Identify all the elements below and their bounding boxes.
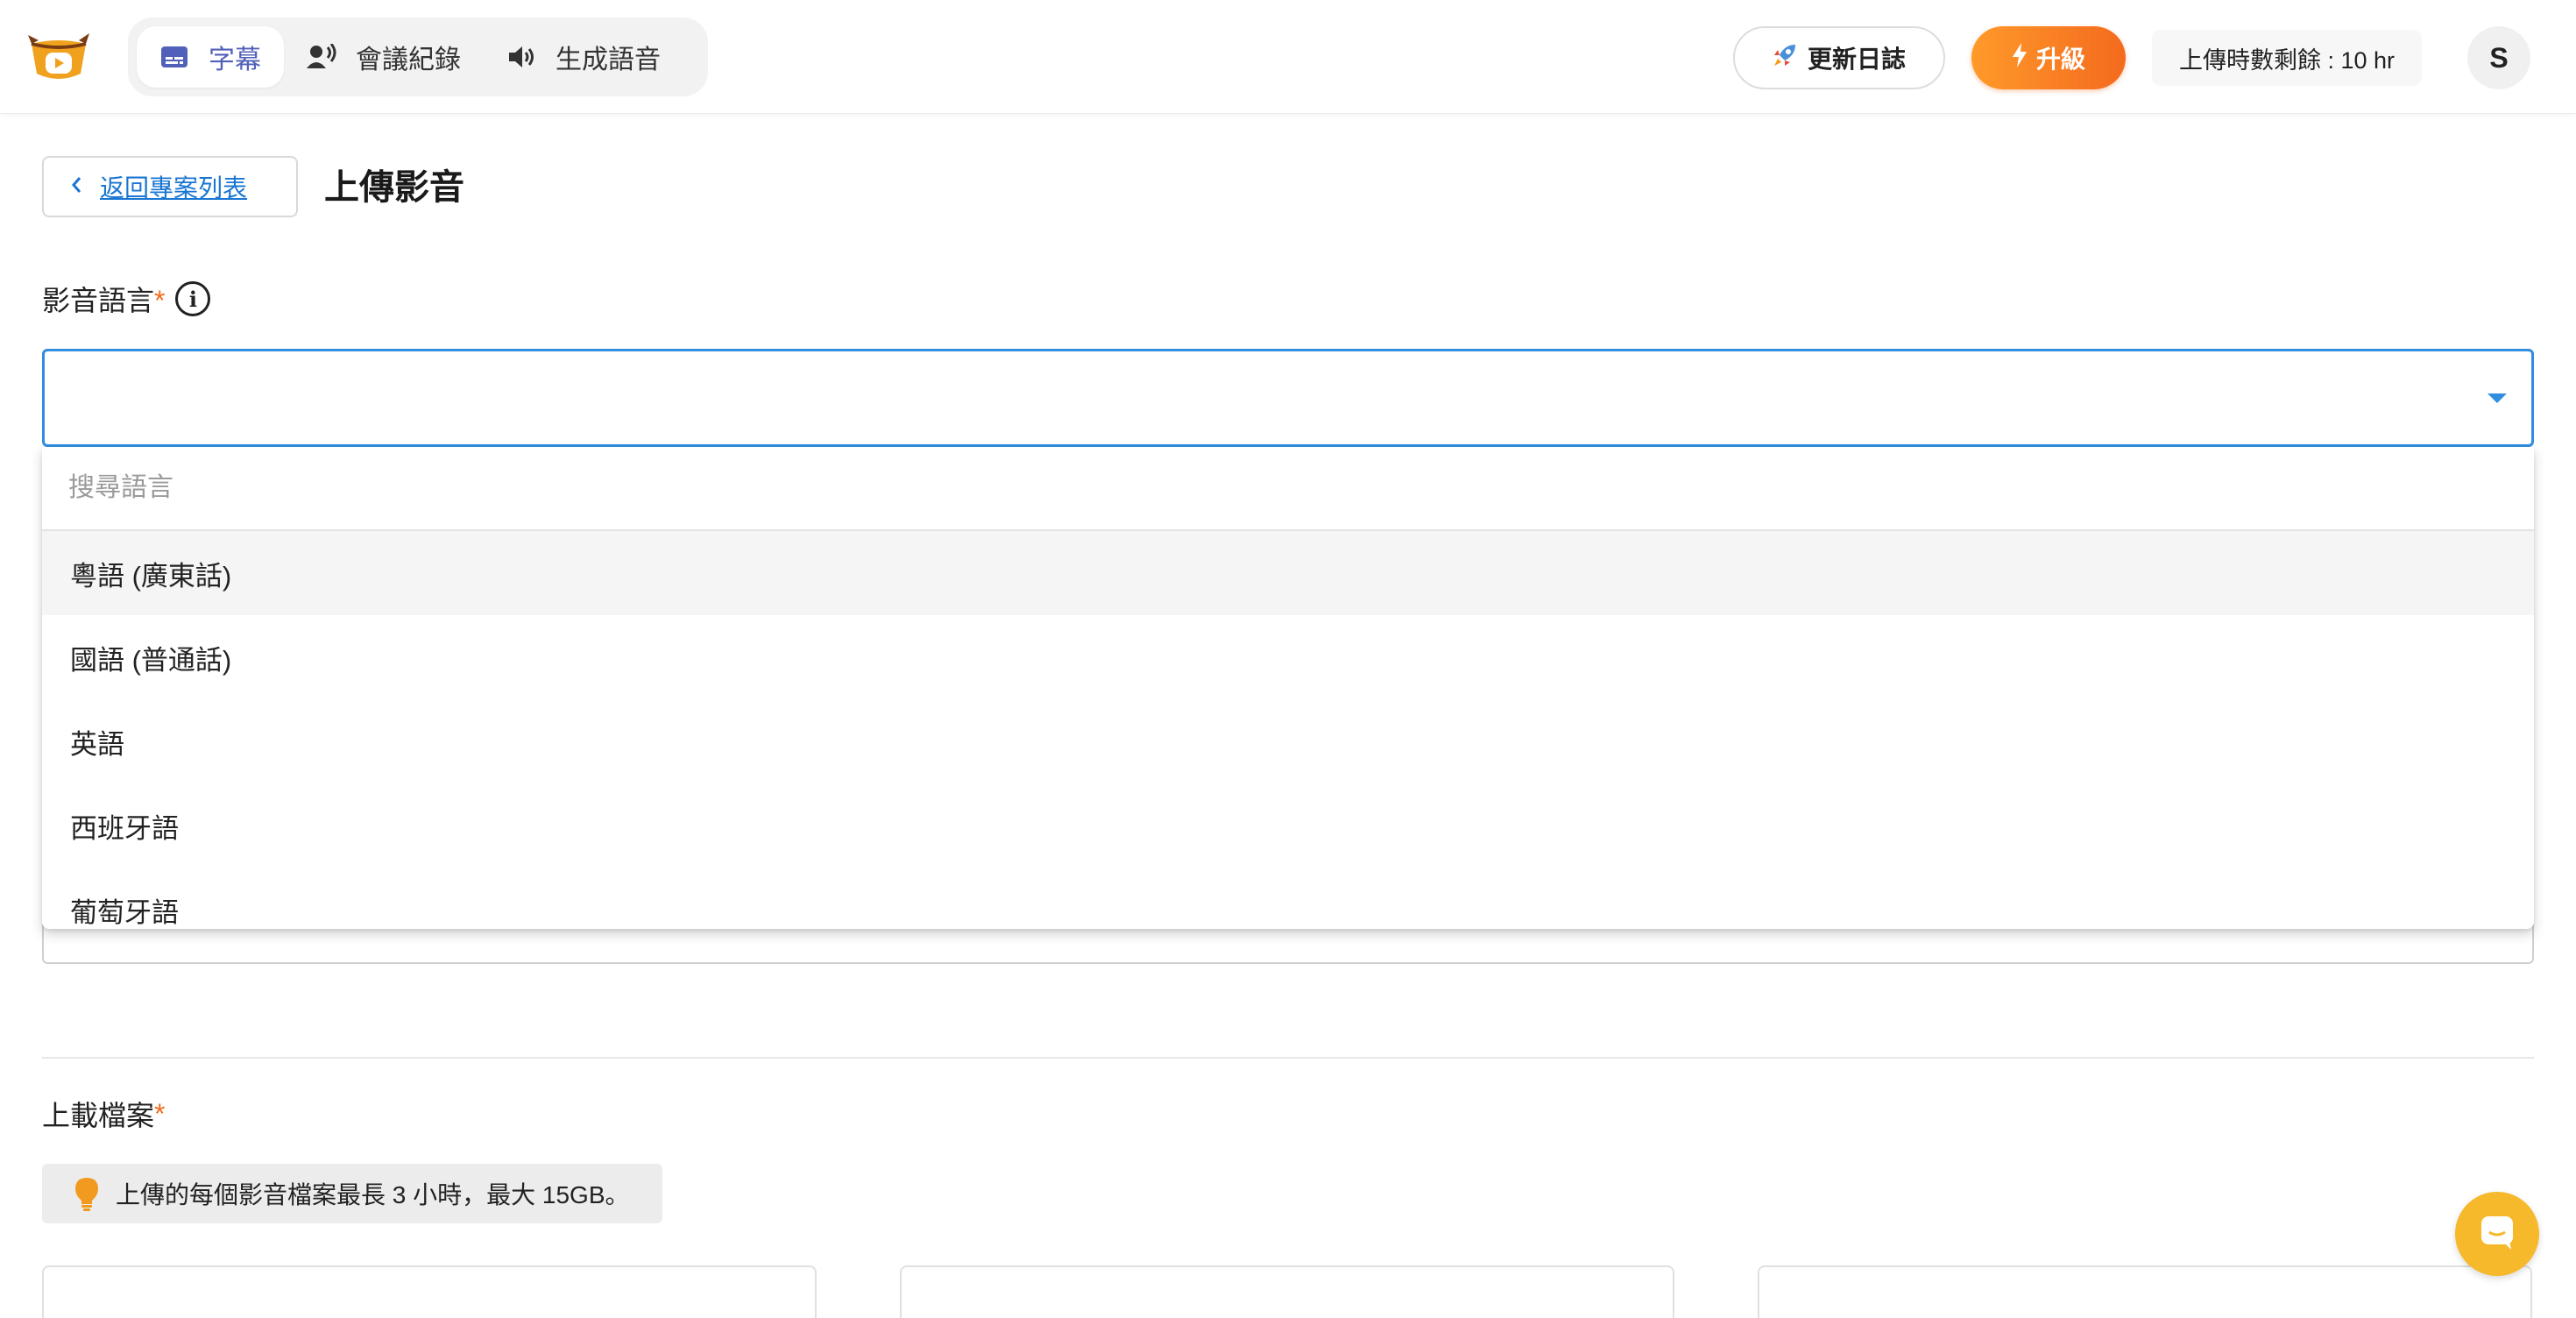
upload-field-label: 上載檔案 *: [42, 1097, 166, 1132]
upload-limit-tip: 上傳的每個影音檔案最長 3 小時，最大 15GB。: [42, 1164, 662, 1223]
back-to-projects-button[interactable]: 返回專案列表: [42, 156, 298, 217]
support-chat-button[interactable]: [2455, 1192, 2539, 1276]
lightbulb-icon: [74, 1176, 100, 1211]
app-logo-icon[interactable]: [26, 28, 91, 86]
upload-option-card[interactable]: [900, 1265, 1674, 1318]
upload-option-card[interactable]: [42, 1265, 817, 1318]
dropdown-caret-icon: [2488, 393, 2507, 403]
nav-tab-generate-voice[interactable]: 生成語音: [484, 26, 683, 88]
upgrade-button[interactable]: 升級: [1971, 26, 2126, 89]
main-nav: 字幕 會議紀錄 生成語音: [128, 18, 708, 96]
language-option[interactable]: 西班牙語: [42, 783, 2534, 868]
language-option[interactable]: 葡萄牙語: [42, 868, 2534, 929]
language-field-label: 影音語言* i: [42, 279, 211, 319]
chat-icon: [2478, 1213, 2516, 1256]
top-bar: 字幕 會議紀錄 生成語音 更新日誌 升級 上傳時數剩餘 : 10 hr S: [0, 0, 2576, 114]
upload-option-card[interactable]: [1758, 1265, 2532, 1318]
subtitles-icon: [159, 42, 189, 72]
user-avatar[interactable]: S: [2467, 26, 2530, 89]
nav-tab-label: 字幕: [209, 46, 261, 74]
section-divider: [42, 1057, 2534, 1059]
language-option[interactable]: 英語: [42, 699, 2534, 783]
info-icon[interactable]: i: [175, 281, 211, 316]
nav-tab-label: 會議紀錄: [356, 46, 461, 74]
language-label-text: 影音語言*: [42, 285, 166, 316]
changelog-label: 更新日誌: [1807, 46, 1906, 73]
nav-tab-label: 生成語音: [556, 46, 661, 74]
language-dropdown-menu: 粵語 (廣東話) 國語 (普通話) 英語 西班牙語 葡萄牙語: [42, 447, 2534, 929]
bolt-icon: [2012, 42, 2028, 74]
language-search-input[interactable]: [68, 473, 2534, 503]
speaker-icon: [506, 42, 536, 72]
rocket-icon: [1773, 43, 1797, 74]
chevron-left-icon: [70, 173, 82, 201]
upload-quota-remaining: 上傳時數剩餘 : 10 hr: [2152, 30, 2422, 86]
back-label: 返回專案列表: [100, 174, 248, 202]
nav-tab-subtitles[interactable]: 字幕: [137, 26, 284, 88]
voice-person-icon: [307, 42, 336, 72]
language-select[interactable]: [42, 349, 2534, 447]
nav-tab-meeting-notes[interactable]: 會議紀錄: [284, 26, 484, 88]
tip-text: 上傳的每個影音檔案最長 3 小時，最大 15GB。: [116, 1181, 630, 1208]
changelog-button[interactable]: 更新日誌: [1733, 26, 1945, 89]
language-option[interactable]: 粵語 (廣東話): [42, 531, 2534, 615]
page-title: 上傳影音: [324, 168, 464, 207]
language-option[interactable]: 國語 (普通話): [42, 615, 2534, 699]
upgrade-label: 升級: [2035, 46, 2085, 73]
language-search-box: [42, 447, 2534, 531]
